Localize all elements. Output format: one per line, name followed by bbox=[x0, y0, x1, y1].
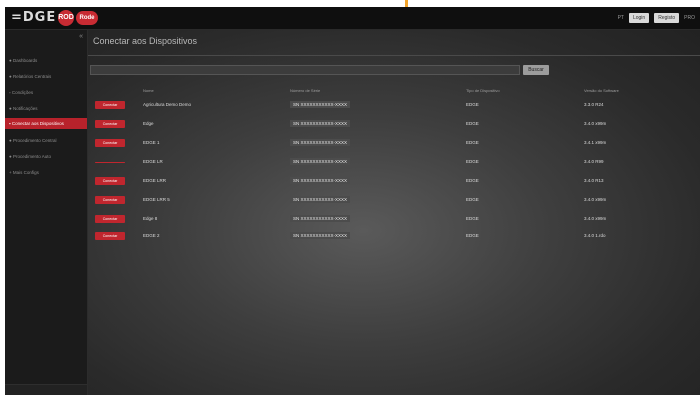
sidebar-item-conditions[interactable]: ▫ Condições bbox=[5, 87, 87, 98]
device-serial: SN XXXXXXXXXXX-XXXX bbox=[290, 177, 351, 184]
connect-button[interactable]: Conectar bbox=[95, 120, 125, 128]
login-button[interactable]: Login bbox=[628, 13, 650, 23]
table-row: Conectar EDGE LR SN XXXXXXXXXXX-XXXX EDG… bbox=[88, 154, 700, 171]
table-row: Conectar Edge SN XXXXXXXXXXX-XXXX EDGE 3… bbox=[88, 116, 700, 133]
device-serial: SN XXXXXXXXXXX-XXXX bbox=[290, 139, 351, 146]
sidebar-footer bbox=[5, 384, 87, 395]
sidebar-item-label: Procedimento Central bbox=[12, 138, 57, 143]
register-button[interactable]: Registo bbox=[654, 13, 680, 23]
connect-button[interactable]: Conectar bbox=[95, 101, 125, 109]
device-serial: SN XXXXXXXXXXX-XXXX bbox=[290, 232, 351, 239]
device-version: 3.4.0 R13 bbox=[584, 178, 604, 183]
device-name: Agricultura Demo Demo bbox=[143, 102, 192, 107]
sidebar-item-procedure-auto[interactable]: ● Procedimento Auto bbox=[5, 151, 87, 162]
device-serial: SN XXXXXXXXXXX-XXXX bbox=[290, 158, 351, 165]
table-row: Conectar EDGE 2 SN XXXXXXXXXXX-XXXX EDGE… bbox=[88, 228, 700, 245]
device-type: EDGE bbox=[466, 197, 479, 202]
connect-button[interactable]: Conectar bbox=[95, 215, 125, 223]
main-content: Conectar aos Dispositivos Buscar Nome Nú… bbox=[88, 30, 700, 395]
device-name: EDGE LR bbox=[143, 159, 163, 164]
page-title: Conectar aos Dispositivos bbox=[93, 36, 198, 46]
device-name: EDGE 2 bbox=[143, 233, 160, 238]
top-bar: =DGE ROD Rode PT Login Registo PRO bbox=[5, 7, 700, 30]
sidebar-item-label: Conectar aos Dispositivos bbox=[11, 121, 64, 126]
device-type: EDGE bbox=[466, 121, 479, 126]
sidebar-item-dashboards[interactable]: ● Dashboards bbox=[5, 55, 87, 66]
device-name: EDGE 1 bbox=[143, 140, 160, 145]
search-button[interactable]: Buscar bbox=[523, 65, 549, 75]
table-row: Conectar Edge 8 SN XXXXXXXXXXX-XXXX EDGE… bbox=[88, 211, 700, 228]
app-window: =DGE ROD Rode PT Login Registo PRO « ● D… bbox=[5, 7, 700, 395]
column-header-version: Versão do Software bbox=[584, 88, 619, 93]
connect-button[interactable]: Conectar bbox=[95, 196, 125, 204]
device-type: EDGE bbox=[466, 140, 479, 145]
device-type: EDGE bbox=[466, 178, 479, 183]
device-version: 3.4.0 x99m bbox=[584, 216, 607, 221]
sidebar-item-notifications[interactable]: ● Notificações bbox=[5, 103, 87, 114]
sidebar-item-more[interactable]: + Mais Configs bbox=[5, 167, 87, 178]
sidebar-item-label: Dashboards bbox=[12, 58, 38, 63]
collapse-icon[interactable]: « bbox=[79, 33, 83, 40]
device-type: EDGE bbox=[466, 216, 479, 221]
sidebar-item-procedure-central[interactable]: ● Procedimento Central bbox=[5, 135, 87, 146]
sidebar-item-connect-devices[interactable]: ▪ Conectar aos Dispositivos bbox=[5, 118, 87, 129]
device-name: EDGE LRR bbox=[143, 178, 167, 183]
sidebar-item-label: Procedimento Auto bbox=[12, 154, 51, 159]
brand-circle-logo: ROD bbox=[58, 10, 74, 26]
device-type: EDGE bbox=[466, 102, 479, 107]
column-header-type: Tipo de Dispositivo bbox=[466, 88, 500, 93]
device-serial: SN XXXXXXXXXXX-XXXX bbox=[290, 215, 351, 222]
sidebar-item-label: Condições bbox=[11, 90, 34, 95]
connect-link[interactable]: Conectar bbox=[95, 162, 125, 163]
device-type: EDGE bbox=[466, 233, 479, 238]
language-selector[interactable]: PT bbox=[618, 15, 624, 21]
edge-logo[interactable]: =DGE bbox=[11, 10, 56, 25]
table-row: Conectar EDGE LRR 5 SN XXXXXXXXXXX-XXXX … bbox=[88, 192, 700, 209]
table-row: Conectar EDGE 1 SN XXXXXXXXXXX-XXXX EDGE… bbox=[88, 135, 700, 152]
device-version: 3.4.0 x99m bbox=[584, 121, 607, 126]
column-header-name: Nome bbox=[143, 88, 154, 93]
user-menu[interactable]: PRO bbox=[684, 15, 695, 21]
device-serial: SN XXXXXXXXXXX-XXXX bbox=[290, 120, 351, 127]
sidebar-item-label: Relatórios Centrais bbox=[12, 74, 52, 79]
table-row: Conectar Agricultura Demo Demo SN XXXXXX… bbox=[88, 97, 700, 114]
sidebar-item-reports[interactable]: ● Relatórios Centrais bbox=[5, 71, 87, 82]
device-serial: SN XXXXXXXXXXX-XXXX bbox=[290, 101, 351, 108]
top-right-controls: PT Login Registo PRO bbox=[618, 12, 695, 24]
device-name: Edge bbox=[143, 121, 154, 126]
device-version: 3.4.1 x99m bbox=[584, 140, 607, 145]
title-divider bbox=[88, 55, 700, 56]
device-version: 3.3.0 R24 bbox=[584, 102, 604, 107]
device-name: EDGE LRR 5 bbox=[143, 197, 170, 202]
column-header-serial: Número de Série bbox=[290, 88, 321, 93]
sidebar-item-label: Notificações bbox=[12, 106, 38, 111]
connect-button[interactable]: Conectar bbox=[95, 177, 125, 185]
device-version: 3.4.0 R99 bbox=[584, 159, 604, 164]
search-input[interactable] bbox=[90, 65, 520, 75]
sidebar: « ● Dashboards ● Relatórios Centrais ▫ C… bbox=[5, 30, 88, 395]
device-type: EDGE bbox=[466, 159, 479, 164]
connect-button[interactable]: Conectar bbox=[95, 232, 125, 240]
table-row: Conectar EDGE LRR SN XXXXXXXXXXX-XXXX ED… bbox=[88, 173, 700, 190]
sidebar-item-label: Mais Configs bbox=[12, 170, 39, 175]
brand-oval-logo: Rode bbox=[76, 11, 98, 25]
connect-button[interactable]: Conectar bbox=[95, 139, 125, 147]
device-serial: SN XXXXXXXXXXX-XXXX bbox=[290, 196, 351, 203]
device-name: Edge 8 bbox=[143, 216, 158, 221]
device-version: 3.4.0 x99m bbox=[584, 197, 607, 202]
device-version: 3.4.0 1.rdo bbox=[584, 233, 606, 238]
